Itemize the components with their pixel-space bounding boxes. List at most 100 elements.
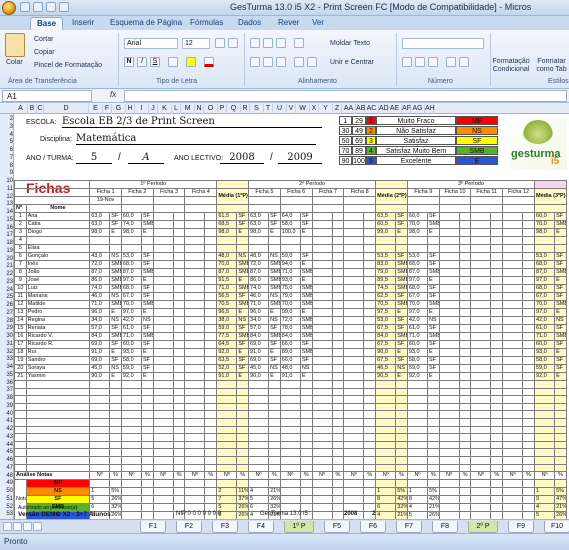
blank-cell[interactable] xyxy=(120,425,142,435)
grade-value[interactable] xyxy=(184,228,206,237)
blank-cell[interactable] xyxy=(375,448,397,457)
grade-value[interactable]: 87,0 xyxy=(248,268,270,277)
blank-cell[interactable] xyxy=(184,440,206,450)
blank-cell[interactable] xyxy=(395,440,408,450)
blank-cell[interactable] xyxy=(172,402,186,412)
grade-level[interactable] xyxy=(204,236,218,245)
grade-level[interactable]: NS xyxy=(268,292,281,301)
grade-value[interactable]: 90,0 xyxy=(375,348,397,357)
grade-level[interactable]: SMB xyxy=(299,268,313,277)
blank-cell[interactable] xyxy=(152,440,174,450)
wrap-text-button[interactable]: Moldar Texto xyxy=(330,40,370,47)
blank-cell[interactable] xyxy=(331,440,345,450)
align-top-icon[interactable] xyxy=(250,38,260,48)
column-header[interactable]: S xyxy=(250,104,264,114)
tab-rever[interactable]: Rever xyxy=(272,17,305,30)
blank-cell[interactable] xyxy=(25,448,91,457)
blank-cell[interactable] xyxy=(14,410,27,419)
grade-level[interactable]: SF xyxy=(554,212,567,221)
header-blank[interactable] xyxy=(14,188,91,197)
blank-cell[interactable] xyxy=(470,440,492,450)
blank-cell[interactable] xyxy=(236,455,250,465)
sub-header[interactable] xyxy=(470,204,504,213)
blank-cell[interactable] xyxy=(363,425,377,435)
grade-value[interactable] xyxy=(343,356,365,365)
blank-cell[interactable] xyxy=(236,395,250,404)
grade-level[interactable] xyxy=(204,340,218,349)
column-header[interactable]: Z xyxy=(333,104,342,114)
grade-level[interactable] xyxy=(331,252,345,261)
grade-level[interactable]: SF xyxy=(395,324,408,333)
grade-value[interactable] xyxy=(438,236,460,245)
blank-cell[interactable] xyxy=(522,380,536,389)
grade-value[interactable]: 70,0 xyxy=(216,260,238,269)
analise-count[interactable]: 8 xyxy=(406,495,428,505)
analise-pct[interactable]: 26% xyxy=(236,511,250,519)
row-header[interactable]: 44 xyxy=(0,442,14,448)
grade-value[interactable]: 63,0 xyxy=(248,212,270,221)
blank-cell[interactable] xyxy=(426,463,440,473)
analise-count[interactable]: 4 xyxy=(406,503,428,513)
blank-cell[interactable] xyxy=(502,425,524,435)
grade-value[interactable] xyxy=(89,244,111,253)
blank-cell[interactable] xyxy=(438,402,460,412)
blank-cell[interactable] xyxy=(502,402,524,412)
grade-level[interactable]: SMB xyxy=(395,276,408,285)
grade-level[interactable] xyxy=(331,292,345,301)
row-header[interactable]: 12 xyxy=(0,194,14,200)
blank-cell[interactable] xyxy=(458,463,472,473)
blank-cell[interactable] xyxy=(395,395,408,404)
student-number[interactable]: 5 xyxy=(14,244,27,253)
grade-level[interactable]: SMB xyxy=(554,268,567,277)
grade-level[interactable]: E xyxy=(268,308,281,317)
blank-cell[interactable] xyxy=(25,425,91,435)
blank-cell[interactable] xyxy=(204,425,218,435)
sub-header[interactable] xyxy=(216,204,250,213)
blank-cell[interactable] xyxy=(120,433,142,442)
analise-pct-header[interactable]: % xyxy=(426,471,440,481)
grade-level[interactable] xyxy=(331,364,345,373)
tab-dados[interactable]: Dados xyxy=(232,17,267,30)
grade-level[interactable] xyxy=(204,260,218,269)
blank-cell[interactable] xyxy=(14,402,27,412)
grade-value[interactable] xyxy=(502,300,524,309)
grade-level[interactable] xyxy=(522,372,536,381)
blank-cell[interactable] xyxy=(363,448,377,457)
blank-cell[interactable] xyxy=(311,448,333,457)
grade-level[interactable] xyxy=(522,244,536,253)
analise-pct[interactable] xyxy=(299,495,313,505)
periodo-3-header[interactable]: 3º Período xyxy=(406,180,536,189)
blank-cell[interactable] xyxy=(426,448,440,457)
sheet-tab[interactable]: F7 xyxy=(396,521,422,533)
analise-count[interactable] xyxy=(184,495,206,505)
blank-cell[interactable] xyxy=(204,417,218,427)
grade-value[interactable]: 61,5 xyxy=(216,212,238,221)
student-name[interactable]: Sandro xyxy=(25,356,91,365)
grade-value[interactable]: 97,0 xyxy=(120,276,142,285)
student-number[interactable]: 13 xyxy=(14,308,27,317)
grade-level[interactable]: SMB xyxy=(109,268,122,277)
blank-cell[interactable] xyxy=(331,448,345,457)
qat-dropdown-icon[interactable] xyxy=(59,2,69,12)
row-header[interactable]: 37 xyxy=(0,387,14,393)
ficha-date[interactable] xyxy=(343,196,377,205)
row-header[interactable]: 53 xyxy=(0,511,14,517)
blank-cell[interactable] xyxy=(216,417,238,427)
blank-cell[interactable] xyxy=(216,455,238,465)
sheet-tab[interactable]: F2 xyxy=(176,521,202,533)
grade-level[interactable] xyxy=(172,364,186,373)
grade-level[interactable] xyxy=(172,372,186,381)
row-header[interactable]: 30 xyxy=(0,333,14,339)
grade-value[interactable] xyxy=(470,212,492,221)
blank-cell[interactable] xyxy=(268,455,281,465)
analise-pct[interactable]: 26% xyxy=(109,495,122,505)
analise-pct[interactable] xyxy=(140,495,154,505)
blank-cell[interactable] xyxy=(299,402,313,412)
grade-value[interactable] xyxy=(470,316,492,325)
grade-level[interactable]: SF xyxy=(426,356,440,365)
ficha-date[interactable] xyxy=(152,196,186,205)
analise-pct[interactable] xyxy=(299,479,313,489)
grade-level[interactable]: E xyxy=(299,228,313,237)
blank-cell[interactable] xyxy=(25,380,91,389)
blank-cell[interactable] xyxy=(268,410,281,419)
